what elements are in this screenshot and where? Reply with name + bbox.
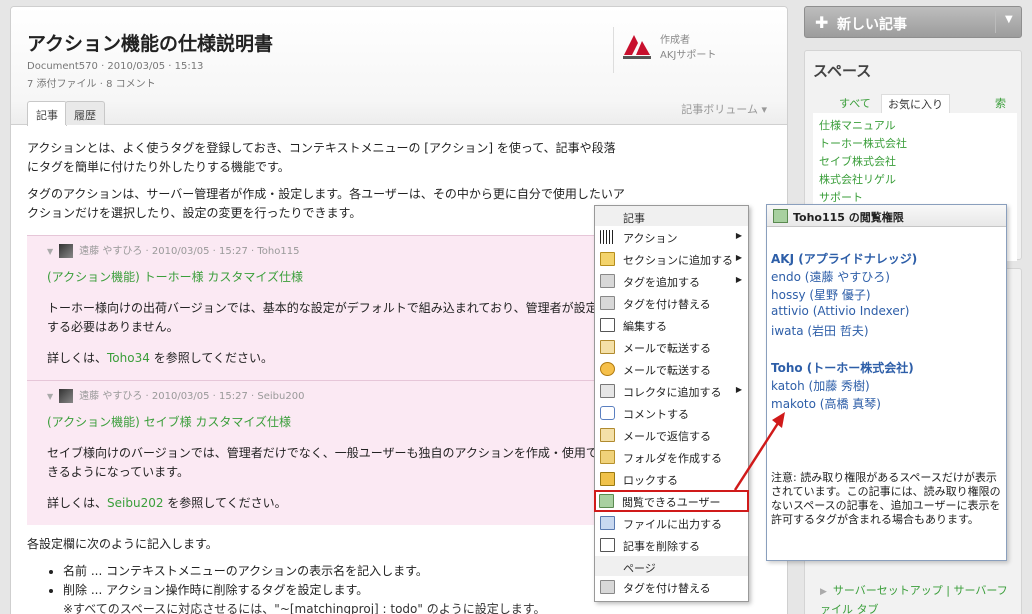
space-item[interactable]: 株式会社リゲル	[819, 171, 1011, 189]
menu-item-comment[interactable]: コメントする	[595, 402, 748, 424]
section-icon	[600, 252, 615, 266]
document-counts: 7 添付ファイル · 8 コメント	[27, 79, 156, 90]
new-article-button[interactable]: ✚ 新しい記事 ▼	[804, 6, 1022, 38]
users-icon	[599, 494, 614, 508]
mail-icon	[600, 340, 615, 354]
file-export-icon	[600, 516, 615, 530]
tab-favorites[interactable]: お気に入り	[881, 94, 950, 113]
user-item[interactable]: endo (遠藤 やすひろ)	[771, 268, 890, 285]
edit-icon	[600, 318, 615, 332]
comment-text: セイブ様向けのバージョンでは、管理者だけでなく、一般ユーザーも独自のアクションを…	[47, 446, 598, 479]
space-item[interactable]: トーホー株式会社	[819, 135, 1011, 153]
group-name[interactable]: AKJ (アプライドナレッジ)	[771, 250, 917, 267]
menu-item-delete[interactable]: 記事を削除する	[595, 534, 748, 556]
comment-meta: 遠藤 やすひろ · 2010/03/05 · 15:27 · Seibu200	[79, 390, 305, 402]
menu-item-retag[interactable]: タグを付け替える	[595, 292, 748, 314]
collector-icon	[600, 384, 615, 398]
sidebar-link[interactable]: ▶ サーバーセットアップ | サーバーファイル タブ	[820, 582, 1010, 614]
space-item[interactable]: セイブ株式会社	[819, 153, 1011, 171]
space-item[interactable]: 仕様マニュアル	[819, 117, 1011, 135]
menu-item-create-folder[interactable]: フォルダを作成する	[595, 446, 748, 468]
menu-item-lock[interactable]: ロックする	[595, 468, 748, 490]
new-article-label: 新しい記事	[837, 17, 907, 33]
author-name: AKJサポート	[660, 50, 717, 61]
menu-item-mail-reply[interactable]: メールで返信する	[595, 424, 748, 446]
space-title: スペース	[813, 62, 872, 80]
sub-note: ※すべてのスペースに対応させるには、"~[matchingproj] : tod…	[63, 602, 546, 614]
document-meta: Document570 · 2010/03/05 · 15:13	[27, 61, 204, 72]
doc-link[interactable]: Seibu202	[107, 496, 163, 510]
permission-popup: Toho115 の閲覧権限 AKJ (アプライドナレッジ) endo (遠藤 や…	[766, 204, 1007, 561]
avatar	[59, 389, 74, 403]
document-header: アクション機能の仕様説明書 Document570 · 2010/03/05 ·…	[11, 7, 787, 126]
paragraph: 各設定欄に次のように記入します。	[27, 537, 218, 551]
menu-item-page-retag[interactable]: タグを付け替える	[595, 576, 748, 598]
submenu-arrow-icon: ▶	[735, 231, 742, 240]
menu-item-export-file[interactable]: ファイルに出力する	[595, 512, 748, 534]
plus-icon: ✚	[815, 13, 829, 32]
tab-history[interactable]: 履歴	[65, 101, 105, 125]
menu-item-viewable-users[interactable]: 閲覧できるユーザー	[594, 490, 749, 512]
volume-label: 記事ボリューム	[681, 103, 758, 116]
menu-item-mail-forward[interactable]: メールで転送する	[595, 336, 748, 358]
users-icon	[773, 209, 788, 223]
space-tabs: すべて お気に入り 索引	[813, 94, 1017, 126]
comment-meta: 遠藤 やすひろ · 2010/03/05 · 15:27 · Toho115	[79, 245, 300, 257]
author-box: 作成者 AKJサポート	[613, 27, 716, 73]
lock-icon	[600, 472, 615, 486]
submenu-arrow-icon: ▶	[735, 385, 742, 394]
barcode-icon	[600, 230, 615, 244]
menu-section-page: ページ	[595, 556, 748, 576]
tab-article[interactable]: 記事	[27, 101, 67, 126]
collapse-triangle-icon[interactable]: ▼	[47, 242, 53, 261]
submenu-arrow-icon: ▶	[735, 275, 742, 284]
akj-logo-icon	[623, 35, 651, 59]
folder-icon	[600, 450, 615, 464]
triangle-right-icon: ▶	[820, 587, 827, 597]
tag-icon	[600, 296, 615, 310]
chevron-down-icon: ▾	[761, 103, 767, 116]
menu-section-article: 記事	[595, 206, 748, 226]
clock-icon	[600, 362, 615, 376]
menu-item-action[interactable]: アクション ▶	[595, 226, 748, 248]
mail-icon	[600, 428, 615, 442]
comment-icon	[600, 406, 615, 420]
tab-all[interactable]: すべて	[833, 94, 877, 112]
menu-item-add-tag[interactable]: タグを追加する ▶	[595, 270, 748, 292]
user-item[interactable]: hossy (星野 優子)	[771, 286, 871, 303]
user-item[interactable]: makoto (高橋 真琴)	[771, 395, 881, 412]
menu-item-mail-forward-scheduled[interactable]: メールで転送する	[595, 358, 748, 380]
comment-text: トーホー様向けの出荷バージョンでは、基本的な設定がデフォルトで組み込まれており、…	[47, 301, 598, 334]
popup-note: 注意: 読み取り権限があるスペースだけが表示されています。この記事には、読み取り…	[771, 471, 1001, 526]
delete-icon	[600, 538, 615, 552]
tag-icon	[600, 580, 615, 594]
avatar	[59, 244, 74, 258]
menu-item-edit[interactable]: 編集する	[595, 314, 748, 336]
popup-title: Toho115 の閲覧権限	[767, 205, 1006, 227]
chevron-down-icon[interactable]: ▼	[1005, 14, 1013, 25]
context-menu: 記事 アクション ▶ セクションに追加する ▶ タグを追加する ▶ タグを付け替える …	[594, 205, 749, 602]
divider	[995, 11, 996, 33]
submenu-arrow-icon: ▶	[735, 253, 742, 262]
user-item[interactable]: attivio (Attivio Indexer)	[771, 304, 909, 318]
menu-item-add-collector[interactable]: コレクタに追加する ▶	[595, 380, 748, 402]
user-item[interactable]: iwata (岩田 哲夫)	[771, 322, 869, 339]
group-name[interactable]: Toho (トーホー株式会社)	[771, 359, 914, 376]
paragraph: タグのアクションは、サーバー管理者が作成・設定します。各ユーザーは、その中から更…	[27, 187, 625, 220]
doc-link[interactable]: Toho34	[107, 351, 150, 365]
user-item[interactable]: katoh (加藤 秀樹)	[771, 377, 870, 394]
tag-icon	[600, 274, 615, 288]
page-title: アクション機能の仕様説明書	[27, 33, 274, 55]
collapse-triangle-icon[interactable]: ▼	[47, 387, 53, 406]
volume-dropdown[interactable]: 記事ボリューム ▾	[681, 101, 767, 117]
paragraph: アクションとは、よく使うタグを登録しておき、コンテキストメニューの [アクション…	[27, 141, 616, 174]
menu-item-add-section[interactable]: セクションに追加する ▶	[595, 248, 748, 270]
author-label: 作成者	[660, 35, 690, 46]
